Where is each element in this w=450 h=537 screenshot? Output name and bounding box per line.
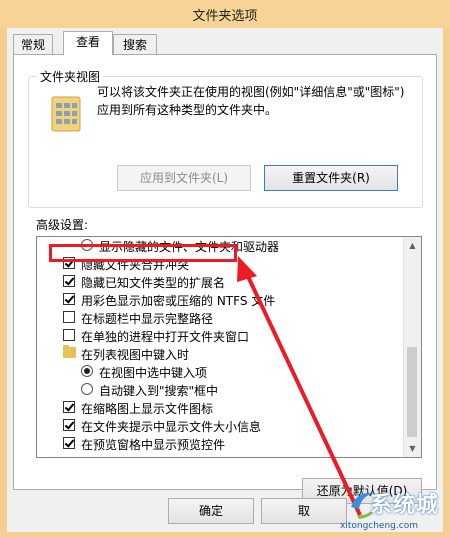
list-item-label: 在标题栏中显示完整路径 [81, 312, 214, 326]
list-item[interactable]: 在文件夹提示中显示文件大小信息 [37, 417, 405, 435]
watermark-url: xitongcheng.com [340, 521, 418, 531]
advanced-settings-list[interactable]: 显示隐藏的文件、文件夹和驱动器 隐藏文件夹合并冲突 隐藏已知文件类型的扩展名 用… [36, 236, 422, 458]
list-item[interactable]: 在单独的进程中打开文件夹窗口 [37, 327, 405, 345]
list-item[interactable]: 用彩色显示加密或压缩的 NTFS 文件 [37, 291, 405, 309]
ok-button[interactable]: 确定 [168, 498, 254, 524]
list-item: 在列表视图中键入时 [37, 345, 405, 363]
checkbox-separate-process[interactable] [63, 329, 75, 341]
apply-to-folders-button[interactable]: 应用到文件夹(L) [117, 165, 251, 191]
list-item-label: 隐藏已知文件类型的扩展名 [81, 276, 226, 290]
list-item-label: 在文件夹提示中显示文件大小信息 [81, 420, 262, 434]
dialog-body: 常规 查看 搜索 文件夹视图 可以将该文件夹正在使用的视图(例如"详细信息"或"… [7, 28, 443, 532]
vertical-scrollbar[interactable]: ▲ ▼ [403, 237, 421, 457]
list-item-label: 在预览窗格中显示预览控件 [81, 438, 226, 452]
list-item[interactable]: 在缩略图上显示文件图标 [37, 399, 405, 417]
scroll-down-arrow-icon[interactable]: ▼ [404, 440, 421, 457]
scroll-thumb[interactable] [407, 347, 417, 437]
checkbox-hide-extensions[interactable] [63, 275, 75, 287]
radio-select-typed-item[interactable] [81, 365, 93, 377]
highlight-box [49, 244, 237, 262]
list-item-label: 在列表视图中键入时 [81, 348, 190, 362]
folder-views-legend: 文件夹视图 [37, 68, 104, 85]
tab-view[interactable]: 查看 [63, 31, 113, 55]
folder-views-group: 文件夹视图 可以将该文件夹正在使用的视图(例如"详细信息"或"图标")应用到所有… [28, 68, 423, 208]
window-title: 文件夹选项 [192, 9, 258, 24]
watermark-brand: 系统城 [370, 493, 440, 518]
list-item-label: 在缩略图上显示文件图标 [81, 402, 214, 416]
list-item-label: 用彩色显示加密或压缩的 NTFS 文件 [81, 294, 276, 308]
radio-type-into-search[interactable] [81, 383, 93, 395]
folder-view-icon [51, 96, 81, 132]
list-item[interactable]: 自动键入到"搜索"框中 [37, 381, 405, 399]
checkbox-preview-handlers[interactable] [63, 437, 75, 449]
tab-general[interactable]: 常规 [13, 34, 53, 54]
list-item[interactable]: 隐藏已知文件类型的扩展名 [37, 273, 405, 291]
checkbox-color-ntfs[interactable] [63, 293, 75, 305]
list-item-label: 自动键入到"搜索"框中 [99, 384, 219, 398]
checkbox-full-path[interactable] [63, 311, 75, 323]
reset-folders-button[interactable]: 重置文件夹(R) [264, 165, 398, 191]
list-item[interactable]: 在标题栏中显示完整路径 [37, 309, 405, 327]
checkbox-size-info[interactable] [63, 419, 75, 431]
list-item-label: 在视图中选中键入项 [99, 366, 208, 380]
folder-views-description: 可以将该文件夹正在使用的视图(例如"详细信息"或"图标")应用到所有这种类型的文… [97, 85, 405, 117]
view-tab-panel: 文件夹视图 可以将该文件夹正在使用的视图(例如"详细信息"或"图标")应用到所有… [13, 54, 437, 504]
folder-icon [63, 345, 76, 358]
tab-search[interactable]: 搜索 [113, 34, 157, 54]
advanced-settings-label: 高级设置: [36, 218, 89, 232]
list-item[interactable]: 在预览窗格中显示预览控件 [37, 435, 405, 453]
list-item[interactable]: 在视图中选中键入项 [37, 363, 405, 381]
checkbox-thumbnail-icons[interactable] [63, 401, 75, 413]
title-bar: 文件夹选项 [0, 0, 450, 28]
scroll-up-arrow-icon[interactable]: ▲ [404, 237, 421, 254]
list-item-label: 在单独的进程中打开文件夹窗口 [81, 330, 250, 344]
